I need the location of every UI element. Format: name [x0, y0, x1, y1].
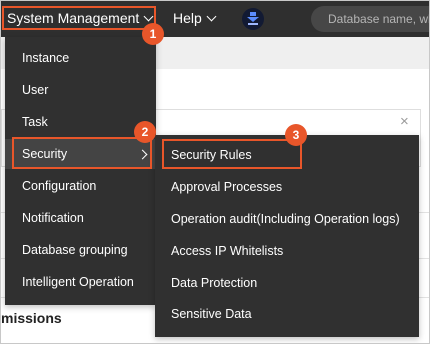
step-badge: 3	[285, 124, 307, 146]
search-placeholder: Database name, wh	[328, 12, 430, 26]
search-input[interactable]: Database name, wh	[311, 6, 430, 32]
menu-item-notification[interactable]: Notification	[5, 203, 156, 233]
submenu-item-sensitive-data[interactable]: Sensitive Data	[155, 299, 419, 329]
system-management-dropdown: Instance User Task Security Configuratio…	[5, 37, 156, 305]
help-label: Help	[173, 10, 202, 26]
step-badge: 1	[142, 23, 164, 45]
submenu-item-access-ip-whitelists[interactable]: Access IP Whitelists	[155, 236, 419, 266]
submenu-item-operation-audit[interactable]: Operation audit(Including Operation logs…	[155, 204, 419, 234]
step-badge: 2	[134, 121, 156, 143]
menu-item-database-grouping[interactable]: Database grouping	[5, 235, 156, 265]
product-logo-icon[interactable]	[242, 8, 264, 30]
highlight-box	[2, 6, 156, 30]
highlight-box	[12, 137, 152, 169]
help-menu[interactable]: Help	[173, 9, 217, 27]
submenu-item-data-protection[interactable]: Data Protection	[155, 268, 419, 298]
app-window: × missions System Management Help Databa…	[0, 0, 430, 344]
close-icon[interactable]: ×	[400, 113, 409, 130]
menu-item-user[interactable]: User	[5, 75, 156, 105]
menu-item-intelligent-operation[interactable]: Intelligent Operation	[5, 267, 156, 297]
menu-item-instance[interactable]: Instance	[5, 43, 156, 73]
highlight-box	[162, 139, 302, 169]
section-heading: missions	[1, 310, 62, 326]
chevron-down-icon	[206, 11, 217, 22]
menu-item-configuration[interactable]: Configuration	[5, 171, 156, 201]
submenu-item-approval-processes[interactable]: Approval Processes	[155, 172, 419, 202]
